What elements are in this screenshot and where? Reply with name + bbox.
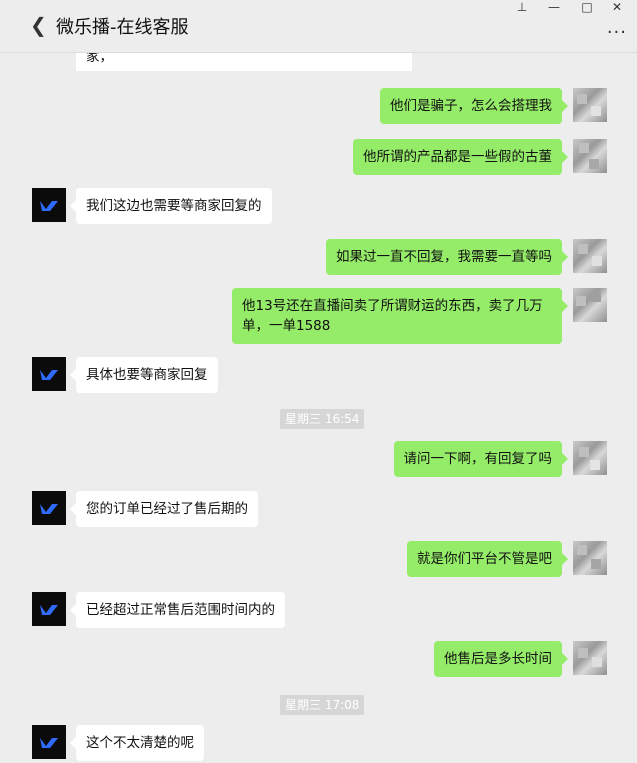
user-avatar[interactable]: [573, 239, 607, 273]
message-text: 我们这边也需要等商家回复的: [86, 198, 262, 214]
message-text: 他所谓的产品都是一些假的古董: [363, 149, 552, 165]
message-text: 就是你们平台不管是吧: [417, 551, 552, 567]
message-bubble-outgoing: 就是你们平台不管是吧: [407, 541, 568, 577]
message-bubble-incoming: 具体也要等商家回复: [70, 357, 218, 393]
back-icon[interactable]: ❮: [30, 14, 50, 36]
message-text: 这个不太清楚的呢: [86, 735, 194, 751]
user-avatar[interactable]: [573, 441, 607, 475]
message-bubble-outgoing: 他售后是多长时间: [434, 641, 568, 677]
user-avatar[interactable]: [573, 88, 607, 122]
message-text: 如果过一直不回复，我需要一直等吗: [336, 249, 552, 265]
message-bubble-incoming: 您的订单已经过了售后期的: [70, 491, 258, 527]
brand-logo-icon: [40, 370, 58, 380]
message-text: 他们是骗子，怎么会搭理我: [390, 98, 552, 114]
message-text: 已经超过正常售后范围时间内的: [86, 602, 275, 618]
message-bubble-incoming: 已经超过正常售后范围时间内的: [70, 592, 285, 628]
service-avatar[interactable]: [32, 491, 66, 525]
brand-logo-icon: [40, 201, 58, 211]
message-list[interactable]: 家， 他们是骗子，怎么会搭理我 他所谓的产品都是一些假的古董 我们这边也需要等商…: [0, 53, 637, 763]
message-bubble-outgoing: 如果过一直不回复，我需要一直等吗: [326, 239, 568, 275]
user-avatar[interactable]: [573, 641, 607, 675]
message-bubble-incoming: 家，: [76, 53, 412, 71]
user-avatar[interactable]: [573, 541, 607, 575]
brand-logo-icon: [40, 504, 58, 514]
message-text: 他售后是多长时间: [444, 651, 552, 667]
message-bubble-outgoing: 请问一下啊，有回复了吗: [393, 441, 568, 477]
message-text: 请问一下啊，有回复了吗: [403, 451, 553, 467]
message-text: 具体也要等商家回复: [86, 367, 208, 383]
service-avatar[interactable]: [32, 725, 66, 759]
message-bubble-incoming: 我们这边也需要等商家回复的: [70, 188, 272, 224]
chat-header: ❮ 微乐播-在线客服 ⊥ — □ ✕ ···: [0, 0, 637, 53]
brand-logo-icon: [40, 605, 58, 615]
pin-icon[interactable]: ⊥: [514, 0, 530, 14]
message-bubble-outgoing: 他13号还在直播间卖了所谓财运的东西，卖了几万单，一单1588: [232, 288, 568, 344]
service-avatar[interactable]: [32, 592, 66, 626]
minimize-icon[interactable]: —: [546, 0, 562, 14]
brand-logo-icon: [40, 738, 58, 748]
message-bubble-outgoing: 他们是骗子，怎么会搭理我: [380, 88, 568, 124]
service-avatar[interactable]: [32, 188, 66, 222]
more-options-icon[interactable]: ···: [607, 22, 627, 43]
user-avatar[interactable]: [573, 288, 607, 322]
timestamp: 星期三 16:54: [280, 409, 365, 429]
message-text: 家，: [86, 53, 113, 65]
message-bubble-incoming: 这个不太清楚的呢: [70, 725, 204, 761]
service-avatar[interactable]: [32, 357, 66, 391]
close-icon[interactable]: ✕: [609, 0, 625, 14]
chat-title: 微乐播-在线客服: [56, 17, 189, 38]
timestamp: 星期三 17:08: [280, 695, 365, 715]
message-text: 他13号还在直播间卖了所谓财运的东西，卖了几万单，一单1588: [242, 298, 543, 334]
message-bubble-outgoing: 他所谓的产品都是一些假的古董: [353, 139, 568, 175]
maximize-icon[interactable]: □: [579, 0, 595, 14]
user-avatar[interactable]: [573, 139, 607, 173]
message-text: 您的订单已经过了售后期的: [86, 501, 248, 517]
